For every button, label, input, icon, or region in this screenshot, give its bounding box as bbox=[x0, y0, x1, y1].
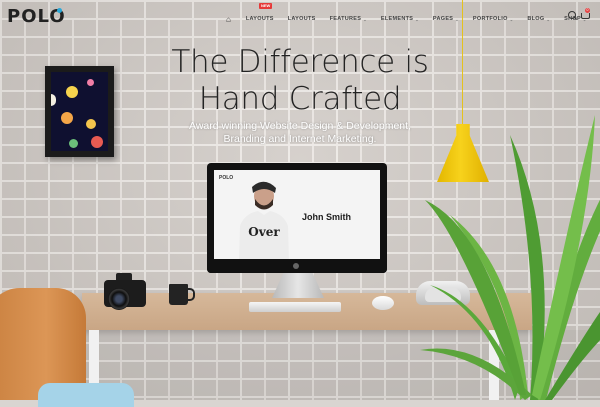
logo-accent-dot bbox=[57, 8, 62, 13]
cart-count-badge: 0 bbox=[585, 8, 590, 13]
nav-item-layouts[interactable]: LAYOUTS bbox=[281, 16, 323, 22]
nav-item-label: BLOG bbox=[527, 16, 545, 22]
wall-picture-frame bbox=[45, 66, 114, 157]
search-icon[interactable] bbox=[568, 11, 576, 19]
nav-item-label: PORTFOLIO bbox=[472, 16, 508, 22]
mouse bbox=[372, 296, 394, 310]
nav-item-pages[interactable]: PAGES ⌄ bbox=[426, 16, 466, 22]
chevron-down-icon: ⌄ bbox=[509, 16, 514, 22]
nav-item-elements[interactable]: ELEMENTS ⌄ bbox=[374, 16, 426, 22]
nav-item-blog[interactable]: BLOG ⌄ bbox=[520, 16, 557, 22]
nav-item-layouts-new[interactable]: LAYOUTS bbox=[239, 16, 281, 22]
nav-item-label: ELEMENTS bbox=[380, 16, 414, 22]
chevron-down-icon: ⌄ bbox=[546, 16, 551, 22]
nav-item-label: PAGES bbox=[432, 16, 454, 22]
planet-yellow bbox=[66, 86, 78, 98]
planet-pink bbox=[87, 79, 94, 86]
planet-gold bbox=[86, 119, 96, 129]
potted-plant bbox=[420, 115, 600, 400]
mug-handle bbox=[186, 288, 195, 301]
shirt-print: Over bbox=[248, 225, 280, 239]
planet-green bbox=[69, 139, 78, 148]
apple-logo-icon bbox=[293, 263, 299, 269]
nav-item-features[interactable]: FEATURES ⌄ bbox=[323, 16, 374, 22]
new-badge: NEW bbox=[259, 3, 273, 9]
keyboard bbox=[249, 302, 341, 312]
chevron-down-icon: ⌄ bbox=[415, 16, 419, 22]
nav-item-portfolio[interactable]: PORTFOLIO ⌄ bbox=[466, 16, 520, 22]
planets-artwork bbox=[51, 72, 108, 151]
cart-icon[interactable] bbox=[581, 13, 590, 19]
main-navigation: ⌂ LAYOUTS LAYOUTS FEATURES ⌄ ELEMENTS ⌄ … bbox=[222, 12, 594, 26]
planet-red bbox=[91, 136, 103, 148]
nav-item-label: LAYOUTS bbox=[245, 16, 274, 22]
site-header: POLO ⌂ LAYOUTS LAYOUTS FEATURES ⌄ ELEMEN… bbox=[0, 0, 600, 32]
chevron-down-icon: ⌄ bbox=[455, 16, 459, 22]
monitor-screen: POLO Over John Smith bbox=[214, 170, 380, 259]
home-icon[interactable]: ⌂ bbox=[222, 15, 239, 24]
chair-seat bbox=[38, 383, 134, 407]
planet-white bbox=[51, 94, 56, 106]
profile-name: John Smith bbox=[302, 212, 351, 222]
nav-item-label: LAYOUTS bbox=[287, 16, 316, 22]
screen-logo: POLO bbox=[219, 175, 234, 181]
chevron-down-icon: ⌄ bbox=[363, 16, 367, 22]
planet-orange bbox=[61, 112, 73, 124]
camera-lens bbox=[108, 288, 130, 310]
desktop-monitor: POLO Over John Smith bbox=[207, 163, 387, 273]
nav-item-label: FEATURES bbox=[329, 16, 362, 22]
model-photo: Over bbox=[239, 181, 289, 259]
